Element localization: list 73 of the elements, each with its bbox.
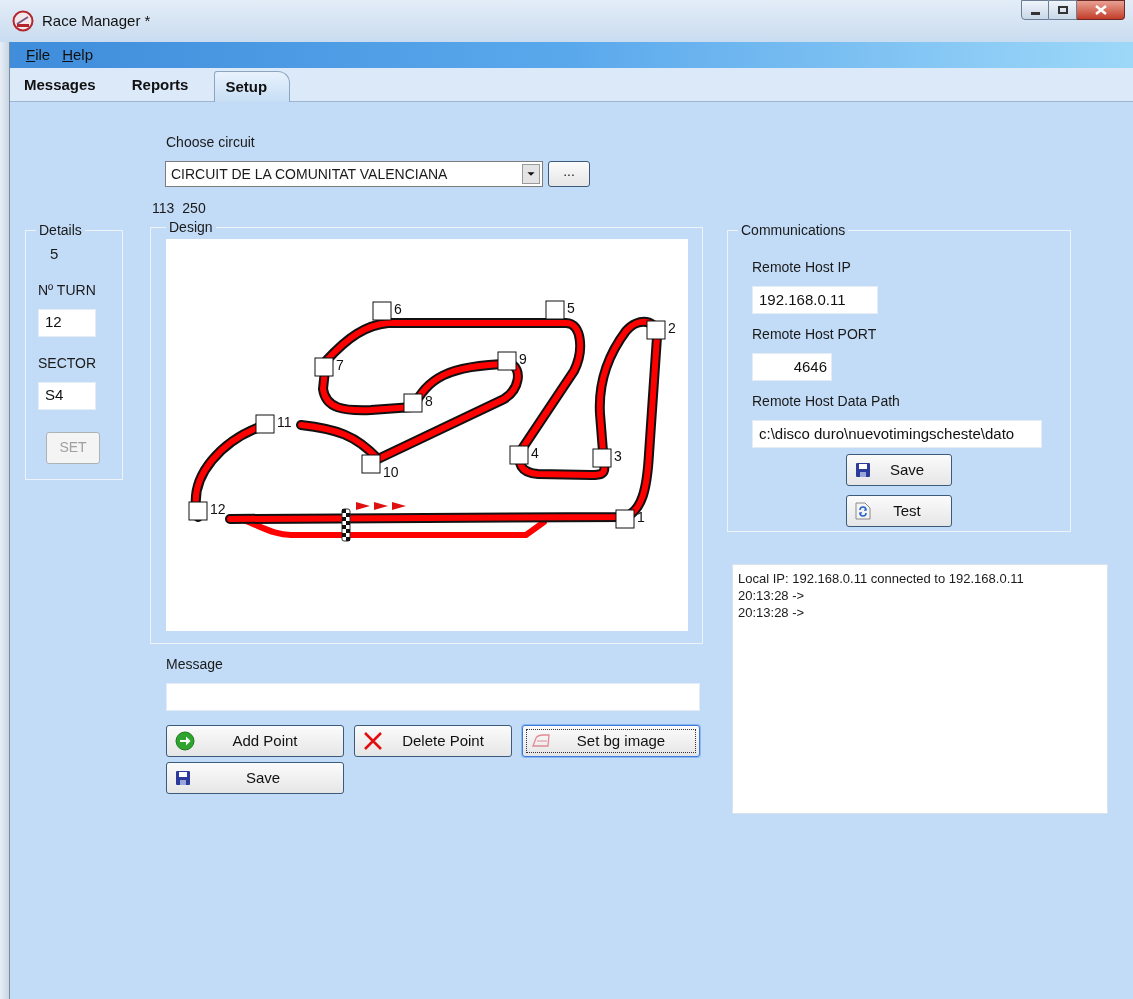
maximize-icon: [1057, 6, 1068, 14]
group-title: Communications: [740, 221, 847, 240]
data-path-field[interactable]: c:\disco duro\nuevotimingscheste\dato: [752, 420, 1042, 448]
turn-field[interactable]: 12: [38, 308, 96, 337]
field-label: Message: [166, 655, 224, 674]
turn-count: 5: [50, 244, 60, 264]
menu-item[interactable]: Help: [62, 43, 94, 67]
turn-marker[interactable]: [188, 501, 208, 521]
host-ip-field[interactable]: 192.168.0.11: [752, 286, 878, 314]
log-line: 20:13:28 ->: [738, 587, 806, 604]
turn-number: 5: [567, 300, 575, 316]
close-icon: [1094, 5, 1107, 15]
add-point-button[interactable]: Add Point: [166, 725, 344, 757]
turn-number: 2: [668, 320, 676, 336]
turn-marker[interactable]: [646, 320, 666, 340]
turn-marker[interactable]: [497, 351, 517, 371]
minimize-button[interactable]: [1021, 0, 1049, 20]
save-button[interactable]: Save: [846, 454, 952, 486]
turn-marker[interactable]: [615, 509, 635, 529]
save-button[interactable]: Save: [166, 762, 344, 794]
turn-number: 4: [531, 445, 539, 461]
tab[interactable]: Reports: [121, 70, 199, 101]
turn-marker[interactable]: [545, 300, 565, 320]
field-label: Choose circuit: [166, 133, 256, 152]
cross-icon: [363, 731, 383, 751]
host-port-field[interactable]: 4646: [752, 353, 832, 381]
delete-point-button[interactable]: Delete Point: [354, 725, 512, 757]
log-line: Local IP: 192.168.0.11 connected to 192.168.0.11: [738, 570, 1025, 587]
turn-number: 9: [519, 351, 527, 367]
checkered-flag-icon: [341, 508, 351, 542]
turn-marker[interactable]: [361, 454, 381, 474]
group-title: Details: [38, 221, 83, 240]
turn-marker[interactable]: [314, 357, 334, 377]
coordinate-value: 250: [182, 199, 206, 218]
window-title: Race Manager *: [42, 10, 151, 31]
tab[interactable]: Setup: [214, 71, 291, 102]
arrow-circle-icon: [175, 731, 195, 751]
field-label: Remote Host IP: [752, 258, 852, 277]
turn-marker[interactable]: [509, 445, 529, 465]
group-title: Design: [168, 218, 214, 237]
turn-number: 8: [425, 393, 433, 409]
turn-number: 10: [383, 464, 399, 480]
turn-marker[interactable]: [255, 414, 275, 434]
close-button[interactable]: [1077, 0, 1125, 20]
turn-number: 12: [210, 501, 226, 517]
turn-number: 7: [336, 357, 344, 373]
refresh-document-icon: [855, 502, 871, 520]
turn-number: 1: [637, 509, 645, 525]
turn-number: 3: [614, 448, 622, 464]
turn-number: 11: [277, 414, 292, 430]
field-label: Remote Host Data Path: [752, 392, 901, 411]
turn-marker[interactable]: [592, 448, 612, 468]
test-button[interactable]: Test: [846, 495, 952, 527]
maximize-button[interactable]: [1049, 0, 1077, 20]
turn-marker[interactable]: [372, 301, 392, 321]
field-label: Nº TURN: [38, 280, 97, 300]
circuit-dropdown[interactable]: CIRCUIT DE LA COMUNITAT VALENCIANA: [165, 161, 543, 187]
coordinate-value: 113: [152, 199, 175, 218]
minimize-icon: [1030, 11, 1040, 15]
turn-marker[interactable]: [403, 393, 423, 413]
sector-field[interactable]: S4: [38, 381, 96, 410]
turn-number: 6: [394, 301, 402, 317]
menu-item[interactable]: File: [26, 43, 51, 67]
message-field[interactable]: [166, 683, 700, 711]
log-line: 20:13:28 ->: [738, 604, 806, 621]
browse-button[interactable]: ...: [548, 161, 590, 187]
set-image-button[interactable]: Set bg image: [522, 725, 700, 757]
field-label: Remote Host PORT: [752, 325, 878, 344]
field-label: SECTOR: [38, 353, 98, 373]
iron-icon: [531, 734, 551, 748]
direction-arrows-icon: [356, 502, 406, 510]
app-logo-icon: [12, 10, 34, 32]
tab[interactable]: Messages: [14, 70, 106, 101]
